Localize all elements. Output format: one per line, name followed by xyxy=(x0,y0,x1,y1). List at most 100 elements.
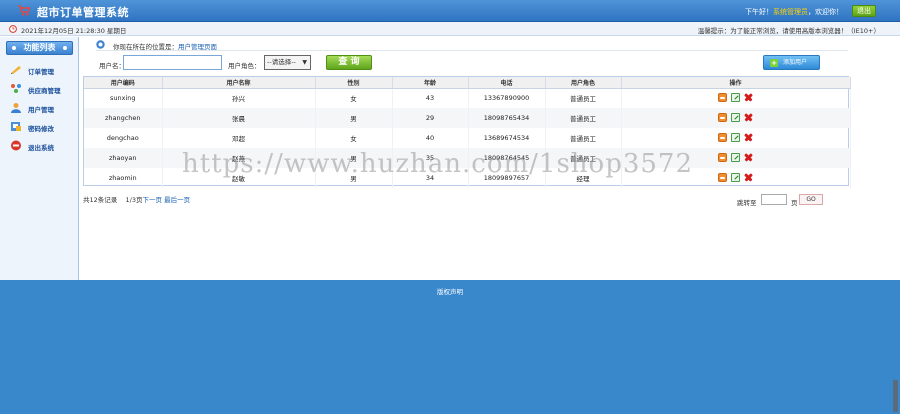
sidebar-heading-label: 功能列表 xyxy=(23,43,56,52)
page-number-input[interactable] xyxy=(761,194,787,205)
row-actions xyxy=(621,128,851,148)
scrollbar-thumb[interactable] xyxy=(893,380,898,412)
browser-tip: 温馨提示：为了能正常浏览，请使用高版本浏览器！（IE10+） xyxy=(697,27,880,35)
edit-icon[interactable] xyxy=(731,92,740,102)
order-icon xyxy=(11,66,21,74)
user-gender: 男 xyxy=(315,108,393,128)
column-header: 操作 xyxy=(621,77,851,89)
sidebar-item-label: 供应商管理 xyxy=(28,87,61,95)
sidebar-item-suppliers[interactable]: 供应商管理 xyxy=(10,83,75,95)
chevron-down-icon: ▼ xyxy=(302,59,307,66)
greeting-suffix: ，欢迎你！ xyxy=(808,8,843,16)
user-name: 孙兴 xyxy=(162,88,316,108)
view-icon[interactable] xyxy=(718,152,727,162)
delete-icon[interactable] xyxy=(744,113,753,122)
table-row: sunxing 孙兴 女 43 13367890900 普通员工 xyxy=(84,88,851,108)
main-content: 你现在所在的位置是：用户管理页面 用户名： 用户角色： --请选择-- ▼ 查 … xyxy=(82,37,900,280)
breadcrumb-current[interactable]: 用户管理页面 xyxy=(178,43,217,51)
user-code: dengchao xyxy=(84,128,163,148)
edit-icon[interactable] xyxy=(731,172,740,182)
username-input[interactable] xyxy=(123,55,222,70)
column-header: 用户编码 xyxy=(84,77,163,89)
user-icon xyxy=(11,103,21,113)
user-code: zhaomin xyxy=(84,168,163,188)
table-row: dengchao 邓超 女 40 13689674534 普通员工 xyxy=(84,128,851,148)
user-gender: 女 xyxy=(315,128,393,148)
go-button[interactable]: GO xyxy=(799,194,823,205)
search-bar: 用户名： 用户角色： --请选择-- ▼ 查 询 + 添加用户 xyxy=(82,55,900,73)
role-label: 用户角色： xyxy=(228,62,261,70)
delete-icon[interactable] xyxy=(744,133,753,142)
column-header: 用户名称 xyxy=(162,77,316,89)
edit-icon[interactable] xyxy=(731,152,740,162)
info-bar: 2021年12月05日 21:28:30 星期日 温馨提示：为了能正常浏览，请使… xyxy=(0,22,900,36)
password-icon xyxy=(11,122,21,131)
query-button[interactable]: 查 询 xyxy=(326,55,372,70)
column-header: 性别 xyxy=(315,77,393,89)
home-icon xyxy=(96,40,105,49)
user-phone: 18098765434 xyxy=(468,108,546,128)
page-jump: 跳转至 页 GO xyxy=(737,194,827,207)
page-indicator: 1/3页 xyxy=(125,196,143,204)
column-header: 用户角色 xyxy=(545,77,622,89)
view-icon[interactable] xyxy=(718,172,727,182)
bullet-icon xyxy=(12,46,16,50)
query-button-label: 查 询 xyxy=(338,57,360,67)
add-user-button[interactable]: + 添加用户 xyxy=(763,55,820,70)
cart-icon xyxy=(18,5,30,16)
sidebar-item-label: 订单管理 xyxy=(28,68,54,76)
username-label: 用户名： xyxy=(99,62,125,70)
view-icon[interactable] xyxy=(718,112,727,122)
copyright-text: 版权声明 xyxy=(437,288,463,296)
user-code: sunxing xyxy=(84,88,163,108)
sidebar-item-users[interactable]: 用户管理 xyxy=(10,102,75,114)
edit-icon[interactable] xyxy=(731,112,740,122)
row-actions xyxy=(621,108,851,128)
sidebar-item-password[interactable]: 密码修改 xyxy=(10,121,75,133)
sidebar-item-exit[interactable]: 退出系统 xyxy=(10,140,75,152)
greeting-prefix: 下午好！ xyxy=(745,8,773,16)
delete-icon[interactable] xyxy=(744,153,753,162)
user-code: zhangchen xyxy=(84,108,163,128)
last-page-link[interactable]: 最后一页 xyxy=(164,196,190,204)
view-icon[interactable] xyxy=(718,92,727,102)
user-role: 普通员工 xyxy=(545,128,622,148)
user-phone: 13689674534 xyxy=(468,128,546,148)
table-header-row: 用户编码 用户名称 性别 年龄 电话 用户角色 操作 xyxy=(84,77,851,89)
role-select-value: --请选择-- xyxy=(267,58,296,66)
user-role: 普通员工 xyxy=(545,108,622,128)
clock-icon xyxy=(9,25,17,33)
delete-icon[interactable] xyxy=(744,173,753,182)
edit-icon[interactable] xyxy=(731,132,740,142)
delete-icon[interactable] xyxy=(744,93,753,102)
watermark-text: https://www.huzhan.com/1shop3572 xyxy=(182,149,694,179)
user-gender: 女 xyxy=(315,88,393,108)
supplier-icon xyxy=(11,84,21,93)
exit-icon xyxy=(11,140,21,151)
row-actions xyxy=(621,88,851,108)
breadcrumb: 你现在所在的位置是：用户管理页面 xyxy=(96,39,848,51)
logout-button[interactable]: 退出 xyxy=(852,5,876,17)
app-header: 超市订单管理系统 下午好！系统管理员，欢迎你！ 退出 xyxy=(0,0,900,22)
user-phone: 13367890900 xyxy=(468,88,546,108)
breadcrumb-prefix: 你现在所在的位置是： xyxy=(113,43,178,51)
view-icon[interactable] xyxy=(718,132,727,142)
current-date: 2021年12月05日 21:28:30 星期日 xyxy=(21,27,127,35)
column-header: 年龄 xyxy=(392,77,469,89)
user-age: 29 xyxy=(392,108,469,128)
sidebar-item-label: 密码修改 xyxy=(28,125,54,133)
user-name: 张晨 xyxy=(162,108,316,128)
pagination: 共12条记录 1/3页下一页 最后一页 xyxy=(83,194,190,204)
table-row: zhangchen 张晨 男 29 18098765434 普通员工 xyxy=(84,108,851,128)
footer: 版权声明 xyxy=(0,280,900,414)
user-code: zhaoyan xyxy=(84,148,163,168)
next-page-link[interactable]: 下一页 xyxy=(143,196,163,204)
role-select[interactable]: --请选择-- ▼ xyxy=(264,55,311,70)
app-title: 超市订单管理系统 xyxy=(37,6,129,19)
sidebar-item-orders[interactable]: 订单管理 xyxy=(10,64,75,76)
bullet-icon xyxy=(63,46,67,50)
column-header: 电话 xyxy=(468,77,546,89)
greeting-user: 系统管理员 xyxy=(773,8,808,16)
plus-icon: + xyxy=(770,59,778,67)
jump-unit: 页 xyxy=(791,199,798,207)
